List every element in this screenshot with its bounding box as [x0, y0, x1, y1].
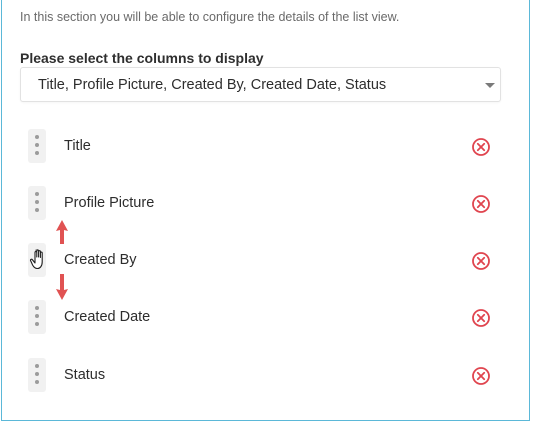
- column-label: Title: [64, 138, 91, 154]
- columns-select-value: Title, Profile Picture, Created By, Crea…: [38, 77, 387, 93]
- drag-handle-icon[interactable]: [28, 186, 46, 220]
- arrow-up-icon: [56, 220, 68, 244]
- grab-hand-icon: [29, 249, 43, 270]
- list-view-config-panel: In this section you will be able to conf…: [1, 0, 530, 421]
- columns-label: Please select the columns to display: [20, 50, 264, 66]
- intro-text: In this section you will be able to conf…: [20, 10, 400, 24]
- column-row-title: Title: [2, 129, 531, 165]
- remove-column-icon[interactable]: [471, 194, 491, 214]
- drag-handle-icon[interactable]: [28, 129, 46, 163]
- column-row-created-date: Created Date: [2, 300, 531, 336]
- remove-column-icon[interactable]: [471, 251, 491, 271]
- remove-column-icon[interactable]: [471, 137, 491, 157]
- column-label: Status: [64, 367, 106, 383]
- column-label: Created By: [64, 252, 137, 268]
- columns-select[interactable]: Title, Profile Picture, Created By, Crea…: [20, 67, 501, 102]
- column-row-profile-picture: Profile Picture: [2, 186, 531, 222]
- arrow-down-icon: [56, 274, 68, 300]
- column-row-created-by: Created By: [2, 243, 531, 279]
- drag-handle-icon[interactable]: [28, 358, 46, 392]
- chevron-down-icon[interactable]: [485, 83, 495, 88]
- column-label: Profile Picture: [64, 195, 155, 211]
- column-label: Created Date: [64, 309, 151, 325]
- drag-handle-icon[interactable]: [28, 300, 46, 334]
- column-row-status: Status: [2, 358, 531, 394]
- remove-column-icon[interactable]: [471, 308, 491, 328]
- remove-column-icon[interactable]: [471, 366, 491, 386]
